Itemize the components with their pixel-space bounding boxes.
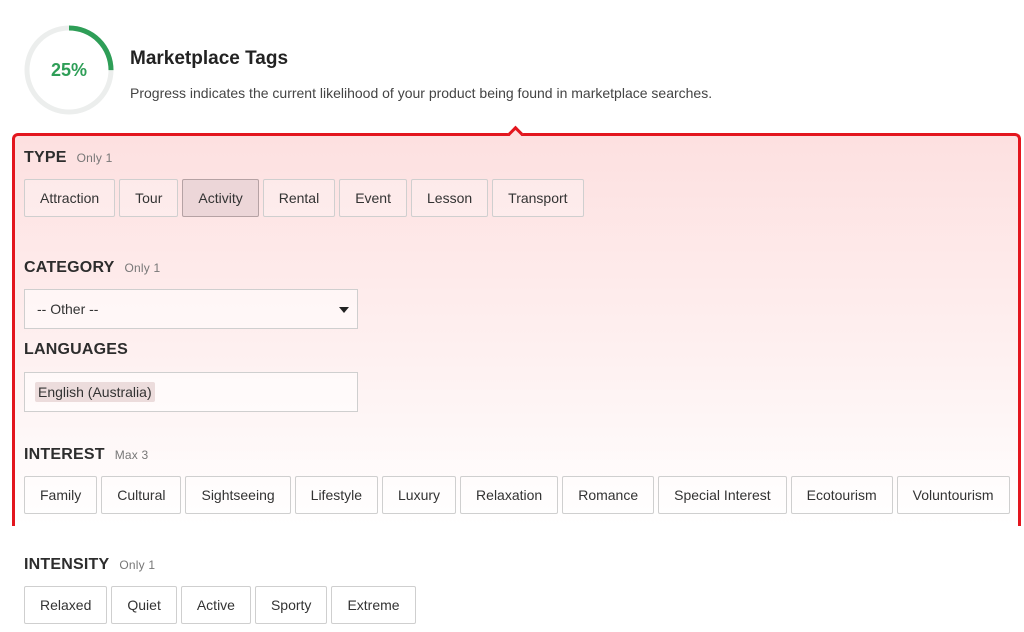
intensity-chip-sporty[interactable]: Sporty	[254, 586, 328, 624]
intensity-label: INTENSITY	[24, 556, 110, 573]
intensity-chip-active[interactable]: Active	[180, 586, 251, 624]
interest-chip-ecotourism[interactable]: Ecotourism	[790, 476, 893, 514]
language-tag[interactable]: English (Australia)	[35, 382, 155, 402]
interest-options: Family Cultural Sightseeing Lifestyle Luxury…	[24, 476, 1010, 514]
progress-percentage: 25%	[50, 59, 88, 80]
caret-down-icon	[339, 307, 349, 313]
intensity-options: Relaxed Quiet Active Sporty Extreme	[24, 586, 416, 624]
type-options: Attraction Tour Activity Rental Event Lesson T…	[24, 179, 584, 217]
type-section-label: TYPE Only 1	[24, 149, 112, 167]
type-chip-tour[interactable]: Tour	[119, 179, 179, 217]
page-subtitle: Progress indicates the current likelihoo…	[130, 85, 713, 101]
category-select-value: -- Other --	[37, 301, 99, 317]
intensity-chip-relaxed[interactable]: Relaxed	[24, 586, 108, 624]
category-section-label: CATEGORY Only 1	[24, 259, 160, 277]
intensity-hint: Only 1	[119, 558, 156, 572]
intensity-chip-extreme[interactable]: Extreme	[331, 586, 416, 624]
type-chip-attraction[interactable]: Attraction	[24, 179, 116, 217]
category-select[interactable]: -- Other --	[24, 289, 358, 329]
interest-chip-family[interactable]: Family	[24, 476, 98, 514]
interest-chip-romance[interactable]: Romance	[562, 476, 655, 514]
intensity-section-label: INTENSITY Only 1	[24, 556, 155, 574]
interest-chip-voluntourism[interactable]: Voluntourism	[896, 476, 1010, 514]
interest-label: INTEREST	[24, 446, 105, 463]
type-hint: Only 1	[76, 151, 113, 165]
interest-chip-luxury[interactable]: Luxury	[382, 476, 457, 514]
languages-label: LANGUAGES	[24, 341, 129, 358]
languages-section-label: LANGUAGES	[24, 341, 128, 359]
progress-ring: 25%	[22, 23, 116, 117]
interest-chip-special-interest[interactable]: Special Interest	[658, 476, 787, 514]
type-chip-lesson[interactable]: Lesson	[411, 179, 489, 217]
interest-chip-relaxation[interactable]: Relaxation	[460, 476, 559, 514]
category-label: CATEGORY	[24, 259, 115, 276]
type-chip-rental[interactable]: Rental	[262, 179, 336, 217]
interest-chip-sightseeing[interactable]: Sightseeing	[185, 476, 291, 514]
category-hint: Only 1	[124, 261, 161, 275]
page-title: Marketplace Tags	[130, 48, 289, 69]
interest-chip-cultural[interactable]: Cultural	[101, 476, 182, 514]
languages-input[interactable]: English (Australia)	[24, 372, 358, 412]
interest-section-label: INTEREST Max 3	[24, 446, 148, 464]
interest-chip-lifestyle[interactable]: Lifestyle	[294, 476, 379, 514]
intensity-chip-quiet[interactable]: Quiet	[111, 586, 177, 624]
type-chip-activity[interactable]: Activity	[182, 179, 259, 217]
type-chip-event[interactable]: Event	[339, 179, 407, 217]
interest-hint: Max 3	[114, 448, 149, 462]
type-chip-transport[interactable]: Transport	[492, 179, 584, 217]
type-label: TYPE	[24, 149, 67, 166]
